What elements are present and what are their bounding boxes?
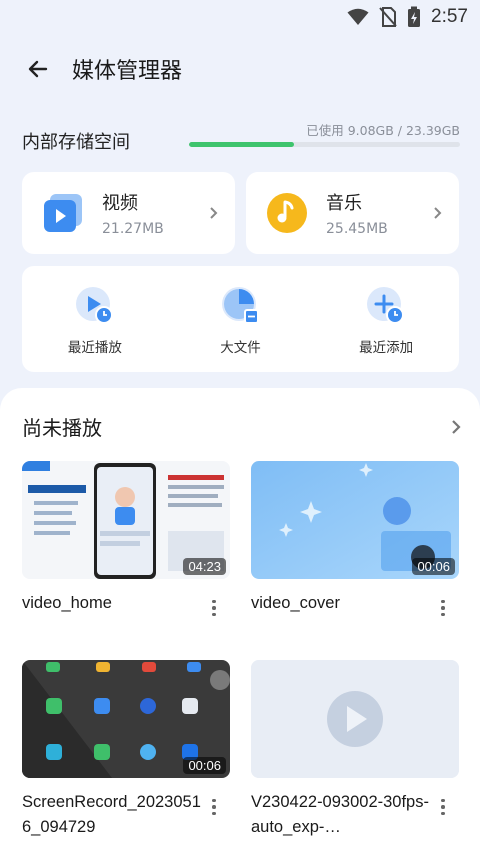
recent-add-icon [367, 287, 405, 324]
video-name: V230422-093002-30fps-auto_exp-… [251, 793, 429, 836]
storage-progress-bar [189, 142, 460, 147]
video-thumbnail[interactable]: 00:06 [251, 461, 459, 579]
quick-action-label: 最近播放 [67, 340, 122, 356]
video-name: video_home [22, 594, 112, 612]
no-sim-icon [379, 7, 397, 27]
category-card-video[interactable]: 视频 21.27MB [22, 172, 235, 254]
video-placeholder-icon [251, 660, 459, 778]
app-bar: 媒体管理器 [0, 46, 480, 92]
quick-action-label: 大文件 [220, 340, 261, 356]
quick-action-label: 最近添加 [359, 340, 414, 356]
quick-action-large-file[interactable]: 大文件 [168, 266, 314, 372]
video-duration: 04:23 [183, 558, 226, 575]
more-options-button[interactable] [433, 597, 453, 619]
recent-play-icon [75, 287, 113, 324]
video-duration: 00:06 [183, 757, 226, 774]
video-duration: 00:06 [412, 558, 455, 575]
more-options-button[interactable] [433, 796, 453, 818]
back-button[interactable] [18, 49, 58, 89]
video-thumbnail[interactable] [251, 660, 459, 778]
music-note-icon [267, 193, 307, 233]
quick-action-recent-add[interactable]: 最近添加 [313, 266, 459, 372]
more-options-button[interactable] [204, 796, 224, 818]
chevron-right-icon [434, 207, 442, 219]
category-size: 21.27MB [102, 221, 164, 237]
video-item[interactable]: 04:23 video_home [22, 461, 230, 619]
video-item[interactable]: 00:06 ScreenRecord_20230516_094729 [22, 660, 230, 840]
video-thumbnail[interactable]: 00:06 [22, 660, 230, 778]
chevron-right-icon [452, 419, 461, 434]
chevron-right-icon [210, 207, 218, 219]
video-name: ScreenRecord_20230516_094729 [22, 793, 201, 836]
more-options-button[interactable] [204, 597, 224, 619]
quick-action-recent-play[interactable]: 最近播放 [22, 266, 168, 372]
arrow-left-icon [28, 60, 48, 78]
large-file-icon [221, 287, 259, 324]
storage-usage-text: 已使用 9.08GB / 23.39GB [306, 123, 460, 138]
page-title: 媒体管理器 [72, 59, 183, 84]
video-thumbnail[interactable]: 04:23 [22, 461, 230, 579]
status-bar: 2:57 [0, 0, 480, 34]
category-size: 25.45MB [326, 221, 388, 237]
wifi-icon [347, 8, 369, 25]
category-card-music[interactable]: 音乐 25.45MB [246, 172, 459, 254]
unplayed-header[interactable]: 尚未播放 [22, 412, 462, 441]
quick-actions: 最近播放 大文件 最近添加 [22, 266, 459, 372]
storage-label: 内部存储空间 [22, 132, 130, 153]
video-item[interactable]: V230422-093002-30fps-auto_exp-… [251, 660, 459, 840]
video-folder-icon [44, 194, 82, 232]
category-name: 音乐 [326, 193, 362, 214]
storage-summary: 内部存储空间 已使用 9.08GB / 23.39GB [22, 118, 460, 158]
battery-charging-icon [408, 6, 421, 27]
video-item[interactable]: 00:06 video_cover [251, 461, 459, 619]
video-name: video_cover [251, 594, 340, 612]
storage-progress-fill [189, 142, 295, 147]
category-name: 视频 [102, 193, 138, 214]
clock: 2:57 [431, 6, 468, 27]
unplayed-section: 尚未播放 04:23 video_home 00:06 video_cover … [0, 388, 480, 853]
section-title: 尚未播放 [22, 416, 102, 440]
